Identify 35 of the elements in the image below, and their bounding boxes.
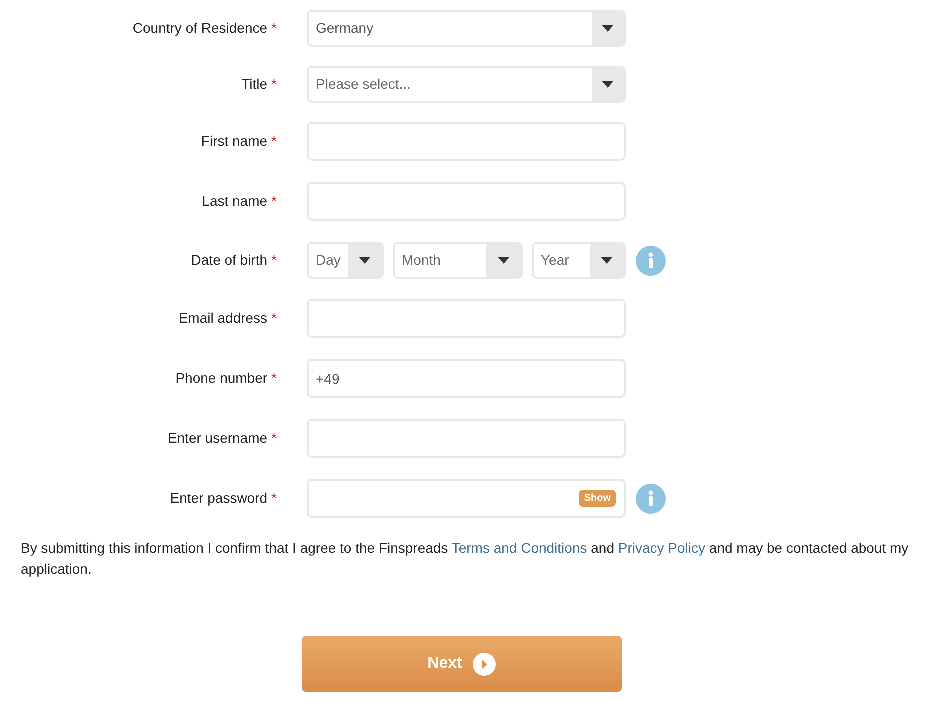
field-label: First name (201, 132, 268, 151)
info-icon[interactable] (636, 484, 666, 514)
field-label: Email address (178, 309, 268, 328)
caret-icon (359, 257, 371, 264)
info-icon[interactable] (636, 246, 666, 276)
consent-text: By submitting this information I confirm that I agree to the Finspreads Terms and Conditions and Privacy Policy and may be contacted about my application. (20, 539, 910, 579)
consent-link[interactable]: Terms and Conditions (452, 540, 588, 556)
dropdown[interactable]: Year (532, 242, 626, 279)
required-mark: * (272, 309, 277, 328)
field-label: Enter password (170, 489, 268, 508)
field-label: Last name (202, 192, 268, 211)
caret-icon (602, 81, 614, 88)
play-circle-icon (473, 652, 496, 676)
field-label: Country of Residence (132, 19, 268, 38)
dropdown[interactable]: Please select... (307, 66, 626, 103)
required-mark: * (272, 489, 277, 508)
field-label: Phone number (176, 369, 268, 388)
field-label: Title (242, 75, 268, 94)
field-label: Enter username (168, 429, 268, 448)
required-mark: * (272, 192, 277, 211)
dropdown[interactable]: Month (393, 242, 523, 279)
required-mark: * (272, 429, 277, 448)
caret-icon (602, 25, 614, 32)
required-mark: * (272, 19, 277, 38)
required-mark: * (272, 132, 277, 151)
required-mark: * (272, 251, 277, 270)
field-label: Date of birth (191, 251, 268, 270)
consent-link[interactable]: Privacy Policy (618, 540, 706, 556)
input-field[interactable]: +49 (307, 359, 626, 398)
dropdown[interactable]: Day (307, 242, 384, 279)
caret-icon (498, 257, 510, 264)
required-mark: * (272, 75, 277, 94)
required-mark: * (272, 369, 277, 388)
dropdown[interactable]: Germany (307, 10, 626, 47)
caret-icon (601, 257, 613, 264)
